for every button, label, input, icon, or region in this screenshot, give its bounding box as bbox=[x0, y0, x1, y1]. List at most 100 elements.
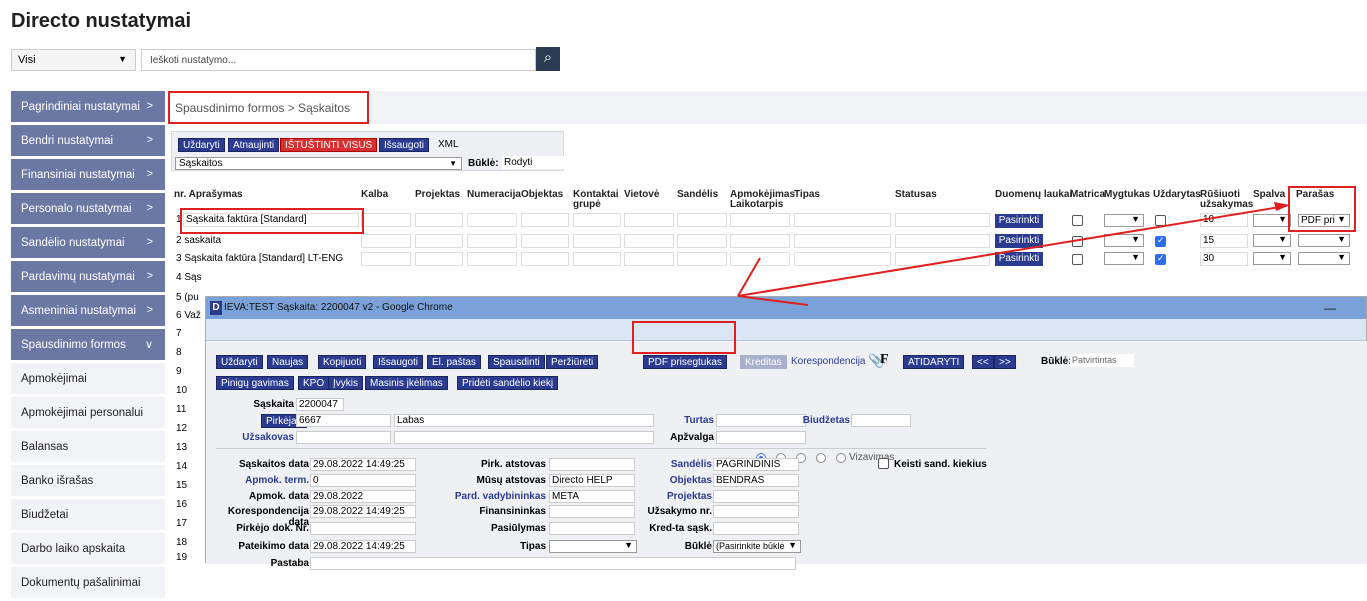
row-field[interactable] bbox=[361, 234, 411, 248]
row-field[interactable] bbox=[573, 213, 621, 227]
popup-save-button[interactable]: Išsaugoti bbox=[373, 355, 424, 369]
row-field[interactable] bbox=[624, 213, 674, 227]
sidebar-item-warehouse[interactable]: Sandėlio nustatymai > bbox=[11, 227, 165, 261]
choose-button[interactable]: Pasirinkti bbox=[995, 214, 1043, 228]
row-field[interactable] bbox=[521, 252, 569, 266]
event-button[interactable]: Įvykis bbox=[328, 376, 363, 390]
pdf-attachment-button[interactable]: PDF prisegtukas bbox=[643, 355, 727, 369]
row-field[interactable] bbox=[895, 252, 990, 266]
color-select[interactable]: ▼ bbox=[1253, 252, 1291, 265]
row-field[interactable] bbox=[415, 234, 463, 248]
object-label[interactable]: Objektas bbox=[636, 475, 712, 486]
offer-field[interactable] bbox=[549, 522, 635, 535]
row-field[interactable] bbox=[895, 213, 990, 227]
state-select[interactable]: (Pasirinkite būklė ▼ bbox=[713, 540, 801, 553]
row-field[interactable] bbox=[467, 213, 517, 227]
kpo-button[interactable]: KPO bbox=[298, 376, 330, 390]
object-field[interactable]: BENDRAS bbox=[713, 474, 799, 487]
row-field[interactable] bbox=[895, 234, 990, 248]
orderer-name-field[interactable] bbox=[394, 431, 654, 444]
sort-field[interactable]: 10 bbox=[1200, 213, 1248, 227]
sort-field[interactable]: 15 bbox=[1200, 234, 1248, 248]
assets-label[interactable]: Turtas bbox=[656, 415, 714, 426]
sort-field[interactable]: 30 bbox=[1200, 252, 1248, 266]
row-field[interactable] bbox=[794, 234, 891, 248]
row-field[interactable] bbox=[467, 252, 517, 266]
buttons-select[interactable]: ▼ bbox=[1104, 234, 1144, 247]
sidebar-item-print-forms[interactable]: Spausdinimo formos ∨ bbox=[11, 329, 165, 363]
credit-button[interactable]: Kreditas bbox=[740, 355, 787, 369]
sidebar-subitem-budgets[interactable]: Biudžetai bbox=[11, 499, 165, 533]
closed-checkbox[interactable] bbox=[1155, 215, 1166, 226]
order-no-field[interactable] bbox=[713, 505, 799, 518]
buyer-rep-field[interactable] bbox=[549, 458, 635, 471]
pay-term-field[interactable]: 0 bbox=[310, 474, 416, 487]
category-select[interactable]: Visi ▼ bbox=[11, 49, 136, 71]
budget-field[interactable] bbox=[851, 414, 911, 427]
row-field[interactable] bbox=[573, 252, 621, 266]
warehouse-label[interactable]: Sandėlis bbox=[636, 459, 712, 470]
search-button[interactable]: ⌕ bbox=[536, 47, 560, 71]
color-select[interactable]: ▼ bbox=[1253, 214, 1291, 227]
next-button[interactable]: >> bbox=[994, 355, 1016, 369]
minimize-icon[interactable]: — bbox=[1324, 297, 1336, 319]
sidebar-item-sales[interactable]: Pardavimų nustatymai > bbox=[11, 261, 165, 295]
choose-button[interactable]: Pasirinkti bbox=[995, 252, 1043, 266]
overview-field[interactable] bbox=[716, 431, 806, 444]
row-field[interactable] bbox=[415, 252, 463, 266]
note-field[interactable] bbox=[310, 557, 796, 570]
color-select[interactable]: ▼ bbox=[1253, 234, 1291, 247]
search-input[interactable]: Ieškoti nustatymo... bbox=[141, 49, 536, 71]
signature-select[interactable]: ▼ bbox=[1298, 252, 1350, 265]
sidebar-subitem-timesheet[interactable]: Darbo laiko apskaita bbox=[11, 533, 165, 567]
sidebar-subitem-staff-payments[interactable]: Apmokėjimai personalui bbox=[11, 397, 165, 431]
prev-button[interactable]: << bbox=[972, 355, 994, 369]
pay-term-label[interactable]: Apmok. term. bbox=[216, 475, 309, 486]
row-field[interactable] bbox=[794, 252, 891, 266]
buttons-select[interactable]: ▼ bbox=[1104, 214, 1144, 227]
row-field[interactable] bbox=[624, 252, 674, 266]
row-field[interactable] bbox=[730, 234, 790, 248]
assets-field[interactable] bbox=[716, 414, 806, 427]
preview-button[interactable]: Peržiūrėti bbox=[546, 355, 599, 369]
popup-close-button[interactable]: Uždaryti bbox=[216, 355, 263, 369]
buyer-doc-field[interactable] bbox=[310, 522, 416, 535]
project-field[interactable] bbox=[713, 490, 799, 503]
sidebar-item-general[interactable]: Pagrindiniai nustatymai > bbox=[11, 91, 165, 125]
invoice-date-field[interactable]: 29.08.2022 14:49:25 bbox=[310, 458, 416, 471]
bulk-upload-button[interactable]: Masinis įkėlimas bbox=[365, 376, 448, 390]
buyer-name-field[interactable]: Labas bbox=[394, 414, 654, 427]
sidebar-item-financial[interactable]: Finansiniai nustatymai > bbox=[11, 159, 165, 193]
copy-button[interactable]: Kopijuoti bbox=[318, 355, 367, 369]
row-field[interactable] bbox=[677, 234, 727, 248]
row-field[interactable] bbox=[521, 213, 569, 227]
signature-select[interactable]: ▼ bbox=[1298, 234, 1350, 247]
row-field[interactable] bbox=[521, 234, 569, 248]
correspondence-link[interactable]: Korespondencija bbox=[791, 356, 866, 367]
payment-receipt-button[interactable]: Pinigų gavimas bbox=[216, 376, 294, 390]
sidebar-item-personal[interactable]: Asmeniniai nustatymai > bbox=[11, 295, 165, 329]
change-qty-checkbox[interactable] bbox=[878, 458, 889, 469]
refresh-button[interactable]: Atnaujinti bbox=[228, 138, 280, 152]
row-field[interactable] bbox=[415, 213, 463, 227]
submit-date-field[interactable]: 29.08.2022 14:49:25 bbox=[310, 540, 416, 553]
row-field[interactable] bbox=[361, 213, 411, 227]
f-link[interactable]: F bbox=[880, 352, 889, 368]
financier-field[interactable] bbox=[549, 505, 635, 518]
row-field[interactable] bbox=[730, 213, 790, 227]
close-button[interactable]: Uždaryti bbox=[178, 138, 225, 152]
buttons-select[interactable]: ▼ bbox=[1104, 252, 1144, 265]
budget-label[interactable]: Biudžetas bbox=[796, 415, 850, 426]
buyer-code-field[interactable]: 6667 bbox=[296, 414, 391, 427]
new-button[interactable]: Naujas bbox=[267, 355, 309, 369]
our-rep-field[interactable]: Directo HELP bbox=[549, 474, 635, 487]
row-field[interactable] bbox=[361, 252, 411, 266]
delete-all-button[interactable]: IŠTUŠTINTI VISUS bbox=[280, 138, 378, 152]
closed-checkbox[interactable] bbox=[1155, 253, 1166, 265]
type-select[interactable]: ▼ bbox=[549, 540, 637, 553]
corr-date-field[interactable]: 29.08.2022 14:49:25 bbox=[310, 505, 416, 518]
sales-manager-label[interactable]: Pard. vadybininkas bbox=[436, 491, 546, 502]
document-type-select[interactable]: Sąskaitos ▼ bbox=[175, 157, 462, 170]
add-stock-qty-button[interactable]: Pridėti sandėlio kiekį bbox=[457, 376, 559, 390]
save-button[interactable]: Išsaugoti bbox=[379, 138, 430, 152]
